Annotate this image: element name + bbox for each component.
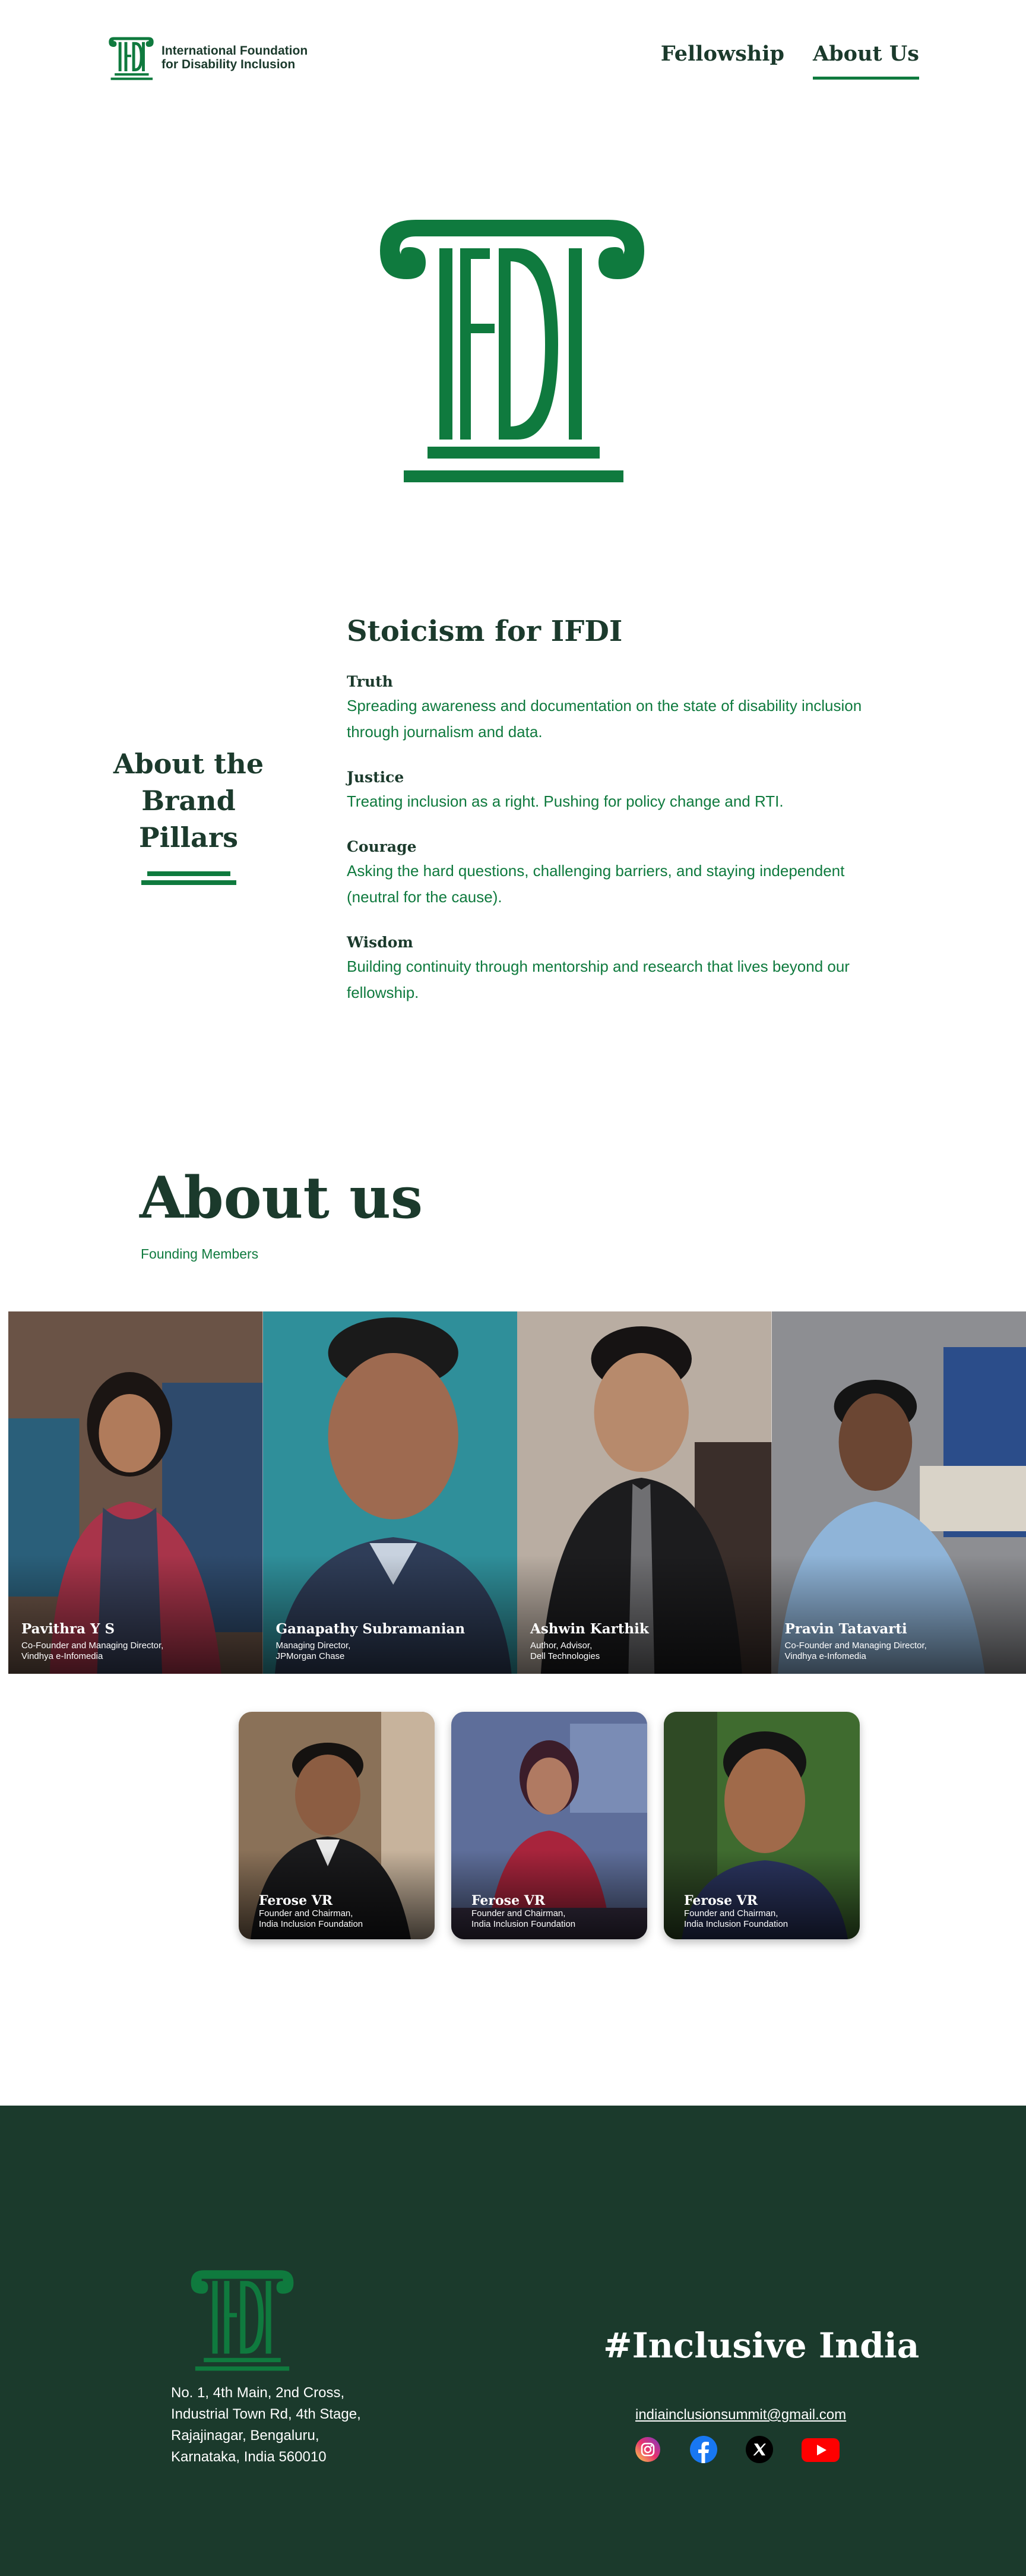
- site-header: International Foundation for Disability …: [0, 0, 1026, 113]
- pillar-title: Truth: [347, 673, 393, 690]
- member-role-line1: Co-Founder and Managing Director,: [21, 1641, 164, 1651]
- founding-members-subtitle: Founding Members: [141, 1246, 259, 1262]
- address-line: Karnataka, India 560010: [171, 2449, 327, 2465]
- member-role-line2: Vindhya e-Infomedia: [21, 1651, 103, 1661]
- hero-ifdi-logo-icon: [380, 220, 644, 482]
- member-name: Ganapathy Subramanian: [276, 1621, 466, 1637]
- pillar-text: Building continuity through mentorship a…: [347, 957, 850, 1001]
- address-line: Industrial Town Rd, 4th Stage,: [171, 2406, 361, 2422]
- member-name: Ferose VR: [684, 1893, 758, 1908]
- member-name: Pravin Tatavarti: [784, 1621, 907, 1637]
- member-name: Pavithra Y S: [21, 1621, 115, 1637]
- member-role-line2: India Inclusion Foundation: [259, 1919, 363, 1929]
- member-role-line2: JPMorgan Chase: [276, 1651, 345, 1661]
- member-name: Ferose VR: [259, 1893, 333, 1908]
- member-role: Author, Advisor, Dell Technologies: [530, 1641, 726, 1662]
- member-name: Ferose VR: [471, 1893, 546, 1908]
- pillar-justice: Justice Treating inclusion as a right. P…: [347, 769, 869, 814]
- site-footer: No. 1, 4th Main, 2nd Cross, Industrial T…: [0, 2106, 1026, 2576]
- pillar-title: Justice: [347, 769, 404, 786]
- founding-members-row: Pavithra Y S Co-Founder and Managing Dir…: [8, 1311, 1026, 1674]
- pillar-text: Spreading awareness and documentation on…: [347, 697, 862, 741]
- address-line: Rajajinagar, Bengaluru,: [171, 2428, 319, 2444]
- member-role-line2: Vindhya e-Infomedia: [784, 1651, 866, 1661]
- pillar-wisdom: Wisdom Building continuity through mento…: [347, 934, 869, 1006]
- logo-text: International Foundation for Disability …: [162, 44, 308, 71]
- pillar-title: Courage: [347, 838, 417, 855]
- member-role: Founder and Chairman, India Inclusion Fo…: [684, 1908, 850, 1930]
- pillar-truth: Truth Spreading awareness and documentat…: [347, 673, 869, 745]
- brand-pillars-title: About the Brand Pillars: [95, 745, 282, 856]
- nav-about-us[interactable]: About Us: [813, 42, 919, 80]
- member-role: Founder and Chairman, India Inclusion Fo…: [259, 1908, 425, 1930]
- member-role: Co-Founder and Managing Director, Vindhy…: [785, 1641, 981, 1662]
- member-card[interactable]: Ashwin Karthik Author, Advisor, Dell Tec…: [517, 1311, 772, 1674]
- stoicism-heading: Stoicism for IFDI: [347, 615, 623, 648]
- footer-address: No. 1, 4th Main, 2nd Cross, Industrial T…: [171, 2382, 361, 2468]
- member-role: Managing Director, JPMorgan Chase: [276, 1641, 472, 1662]
- site-logo[interactable]: International Foundation for Disability …: [107, 31, 332, 84]
- member-role: Co-Founder and Managing Director, Vindhy…: [21, 1641, 217, 1662]
- pillar-courage: Courage Asking the hard questions, chall…: [347, 838, 869, 910]
- main-nav: Fellowship About Us: [661, 42, 919, 80]
- member-role-line1: Author, Advisor,: [530, 1641, 593, 1651]
- member-role-line2: India Inclusion Foundation: [471, 1919, 576, 1929]
- facebook-icon[interactable]: [690, 2436, 717, 2463]
- brand-pillars-title-line1: About the: [113, 748, 264, 780]
- brand-pillars-title-line2: Brand Pillars: [139, 785, 238, 854]
- logo-line-1: International Foundation: [162, 44, 308, 58]
- member-card[interactable]: Pravin Tatavarti Co-Founder and Managing…: [771, 1311, 1026, 1674]
- member-card[interactable]: Ferose VR Founder and Chairman, India In…: [664, 1712, 860, 1939]
- youtube-icon[interactable]: [802, 2436, 840, 2463]
- logo-line-2: for Disability Inclusion: [162, 58, 296, 71]
- member-card[interactable]: Pavithra Y S Co-Founder and Managing Dir…: [8, 1311, 263, 1674]
- member-cards-row: Ferose VR Founder and Chairman, India In…: [239, 1712, 860, 1939]
- member-card[interactable]: Ferose VR Founder and Chairman, India In…: [451, 1712, 647, 1939]
- inclusive-india-hashtag: #Inclusive India: [603, 2325, 920, 2366]
- member-role-line1: Founder and Chairman,: [259, 1908, 353, 1918]
- member-name: Ashwin Karthik: [530, 1621, 649, 1637]
- member-role-line1: Founder and Chairman,: [684, 1908, 778, 1918]
- member-role: Founder and Chairman, India Inclusion Fo…: [471, 1908, 638, 1930]
- pillar-text: Asking the hard questions, challenging b…: [347, 862, 845, 906]
- brand-pillars-list: Stoicism for IFDI Truth Spreading awaren…: [347, 615, 869, 1029]
- member-role-line1: Co-Founder and Managing Director,: [784, 1641, 927, 1651]
- member-role-line2: Dell Technologies: [530, 1651, 600, 1661]
- ifdi-pillar-logo-icon: [109, 37, 154, 80]
- member-role-line2: India Inclusion Foundation: [684, 1919, 788, 1929]
- pillar-title: Wisdom: [347, 934, 413, 951]
- contact-email-link[interactable]: indiainclusionsummit@gmail.com: [635, 2407, 846, 2423]
- member-role-line1: Founder and Chairman,: [471, 1908, 566, 1918]
- member-card[interactable]: Ferose VR Founder and Chairman, India In…: [239, 1712, 435, 1939]
- x-icon[interactable]: [746, 2436, 773, 2463]
- instagram-icon[interactable]: [634, 2436, 661, 2463]
- footer-ifdi-logo-icon: [191, 2270, 294, 2371]
- brand-pillars-heading: About the Brand Pillars: [95, 745, 282, 889]
- member-role-line1: Managing Director,: [276, 1641, 351, 1651]
- address-line: No. 1, 4th Main, 2nd Cross,: [171, 2385, 345, 2401]
- about-us-title: About us: [140, 1164, 423, 1231]
- social-links: [634, 2436, 840, 2463]
- nav-fellowship[interactable]: Fellowship: [661, 42, 784, 80]
- decorative-bars: [141, 871, 236, 885]
- member-card[interactable]: Ganapathy Subramanian Managing Director,…: [262, 1311, 517, 1674]
- pillar-text: Treating inclusion as a right. Pushing f…: [347, 792, 784, 810]
